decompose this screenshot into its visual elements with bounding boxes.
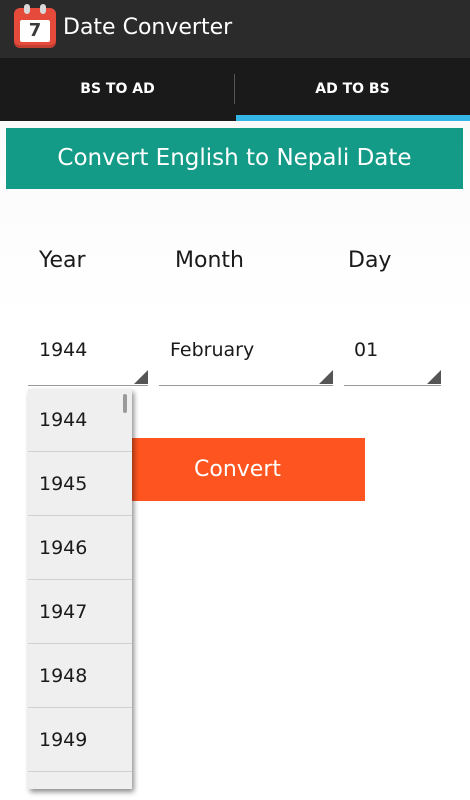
tab-bar: BS TO AD AD TO BS — [0, 58, 470, 121]
list-item[interactable]: 1949 — [28, 709, 132, 772]
day-spinner[interactable]: 01 — [344, 330, 441, 386]
tab-selected-indicator — [236, 115, 470, 121]
year-label: Year — [39, 248, 86, 273]
list-item[interactable]: 1946 — [28, 517, 132, 580]
scrollbar-thumb[interactable] — [123, 394, 127, 413]
dropdown-triangle-icon — [427, 370, 441, 384]
tab-bs-to-ad[interactable]: BS TO AD — [0, 58, 235, 121]
tab-ad-to-bs[interactable]: AD TO BS — [235, 58, 470, 121]
dropdown-triangle-icon — [134, 370, 148, 384]
day-spinner-value: 01 — [354, 339, 379, 361]
month-spinner[interactable]: February — [159, 330, 333, 386]
calendar-icon: 7 — [14, 4, 56, 48]
calendar-icon-number: 7 — [28, 20, 42, 41]
list-item[interactable]: 1948 — [28, 645, 132, 708]
list-item[interactable]: 1947 — [28, 581, 132, 644]
month-spinner-value: February — [170, 339, 255, 361]
app-title: Date Converter — [63, 15, 233, 40]
convert-button[interactable]: Convert — [106, 438, 365, 501]
convert-button-label: Convert — [194, 457, 281, 482]
year-spinner[interactable]: 1944 — [28, 330, 148, 386]
dropdown-triangle-icon — [319, 370, 333, 384]
year-dropdown-list[interactable]: 1944 1945 1946 1947 1948 1949 — [28, 389, 132, 789]
year-spinner-value: 1944 — [39, 339, 88, 361]
action-bar: 7 Date Converter — [0, 0, 470, 58]
month-label: Month — [175, 248, 244, 273]
day-label: Day — [348, 248, 392, 273]
page-title: Convert English to Nepali Date — [6, 128, 463, 189]
list-item[interactable]: 1944 — [28, 389, 132, 452]
list-item[interactable]: 1945 — [28, 453, 132, 516]
